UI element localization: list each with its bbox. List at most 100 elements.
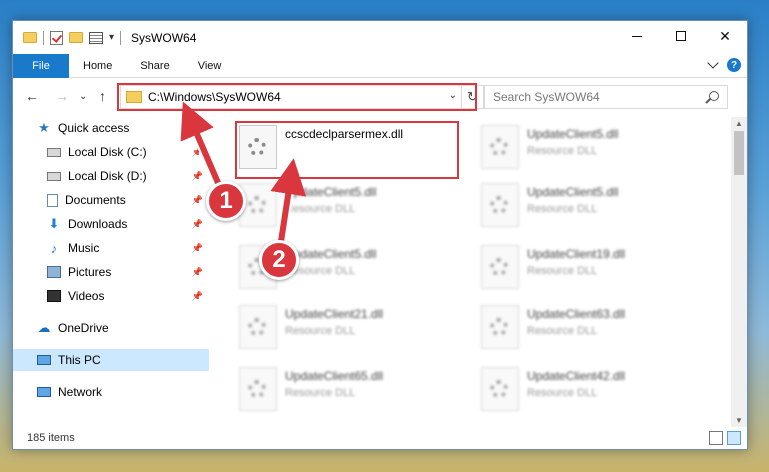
sidebar-item-label: Downloads bbox=[68, 217, 128, 231]
file-name: UpdateClient19.dll bbox=[527, 247, 626, 261]
sidebar-item-label: Quick access bbox=[58, 121, 130, 135]
recent-dropdown-icon[interactable]: ⌄ bbox=[79, 91, 87, 102]
file-type: Resource DLL bbox=[527, 265, 598, 277]
file-name: UpdateClient21.dll bbox=[285, 307, 384, 321]
pin-icon[interactable]: 📌 bbox=[192, 171, 203, 182]
sidebar-item-quick-access[interactable]: ★ Quick access bbox=[13, 117, 209, 139]
back-icon[interactable]: ← bbox=[25, 88, 39, 104]
window-title: SysWOW64 bbox=[131, 30, 197, 45]
gear-icon bbox=[248, 380, 266, 398]
pin-icon[interactable]: 📌 bbox=[192, 243, 203, 254]
search-icon[interactable] bbox=[709, 91, 719, 101]
pin-icon[interactable]: 📌 bbox=[192, 291, 203, 302]
sidebar-item-label: Local Disk (C:) bbox=[68, 145, 147, 159]
expand-ribbon-icon[interactable] bbox=[707, 57, 719, 69]
pin-icon[interactable]: 📌 bbox=[192, 147, 203, 158]
sidebar-item-local-disk-d[interactable]: Local Disk (D:) 📌 bbox=[13, 165, 209, 187]
maximize-icon bbox=[676, 31, 686, 41]
title-bar: ▾ SysWOW64 ✕ bbox=[13, 21, 747, 54]
file-item[interactable]: UpdateClient5.dll Resource DLL bbox=[239, 183, 469, 243]
tab-share[interactable]: Share bbox=[126, 54, 183, 78]
file-item[interactable]: UpdateClient5.dll Resource DLL bbox=[481, 125, 711, 185]
gear-icon bbox=[490, 196, 508, 214]
videos-icon bbox=[47, 290, 61, 302]
sidebar-item-videos[interactable]: Videos 📌 bbox=[13, 285, 209, 307]
gear-icon bbox=[248, 318, 266, 336]
up-icon[interactable]: ↑ bbox=[99, 88, 106, 104]
network-icon bbox=[37, 387, 51, 397]
sidebar-item-label: Network bbox=[58, 385, 103, 399]
file-type: Resource DLL bbox=[527, 203, 598, 215]
file-name: UpdateClient63.dll bbox=[527, 307, 626, 321]
pictures-icon bbox=[47, 266, 61, 278]
dll-file-icon bbox=[481, 245, 519, 289]
vertical-scrollbar[interactable]: ▲ ▼ bbox=[731, 117, 747, 427]
tab-home[interactable]: Home bbox=[69, 54, 126, 78]
sidebar-item-documents[interactable]: Documents 📌 bbox=[13, 189, 209, 211]
sidebar-item-downloads[interactable]: ⬇ Downloads 📌 bbox=[13, 213, 209, 235]
dll-file-icon bbox=[481, 305, 519, 349]
file-item[interactable]: UpdateClient65.dll Resource DLL bbox=[239, 367, 469, 427]
file-item[interactable]: UpdateClient63.dll Resource DLL bbox=[481, 305, 711, 365]
sidebar-item-pictures[interactable]: Pictures 📌 bbox=[13, 261, 209, 283]
file-type: Resource DLL bbox=[527, 387, 598, 399]
help-icon[interactable]: ? bbox=[727, 58, 741, 72]
minimize-button[interactable] bbox=[615, 21, 659, 51]
details-view-icon[interactable] bbox=[709, 431, 723, 445]
forward-icon[interactable]: → bbox=[55, 88, 69, 104]
close-button[interactable]: ✕ bbox=[703, 21, 747, 51]
large-icons-view-icon[interactable] bbox=[727, 431, 741, 445]
callout-2: 2 bbox=[259, 240, 299, 280]
file-item[interactable]: UpdateClient42.dll Resource DLL bbox=[481, 367, 711, 427]
gear-icon bbox=[490, 138, 508, 156]
scroll-up-icon[interactable]: ▲ bbox=[735, 119, 743, 128]
qat-dropdown-icon[interactable]: ▾ bbox=[109, 32, 114, 43]
sidebar-item-this-pc[interactable]: This PC bbox=[13, 349, 209, 371]
sidebar-item-onedrive[interactable]: ☁ OneDrive bbox=[13, 317, 209, 339]
properties-check-icon[interactable] bbox=[50, 30, 63, 45]
dll-file-icon bbox=[481, 125, 519, 169]
sidebar-item-label: This PC bbox=[58, 353, 101, 367]
sidebar-item-music[interactable]: ♪ Music 📌 bbox=[13, 237, 209, 259]
file-type: Resource DLL bbox=[527, 145, 598, 157]
view-details-icon[interactable] bbox=[89, 31, 103, 44]
file-type: Resource DLL bbox=[285, 325, 356, 337]
cloud-icon: ☁ bbox=[37, 320, 51, 335]
ribbon-right-controls: ? bbox=[707, 57, 741, 72]
pin-icon[interactable]: 📌 bbox=[192, 195, 203, 206]
view-buttons bbox=[709, 431, 741, 445]
file-type: Resource DLL bbox=[285, 265, 356, 277]
sidebar-item-label: Videos bbox=[68, 289, 105, 303]
scroll-down-icon[interactable]: ▼ bbox=[735, 416, 743, 425]
sidebar-item-label: Music bbox=[68, 241, 100, 255]
file-type: Resource DLL bbox=[285, 203, 356, 215]
new-folder-icon[interactable] bbox=[69, 32, 83, 43]
file-item[interactable]: UpdateClient19.dll Resource DLL bbox=[481, 245, 711, 305]
separator bbox=[43, 30, 44, 45]
ribbon-tabs: File Home Share View ? bbox=[13, 53, 747, 78]
sidebar-item-label: Documents bbox=[65, 193, 126, 207]
scroll-thumb[interactable] bbox=[734, 131, 744, 175]
sidebar-item-label: Local Disk (D:) bbox=[68, 169, 147, 183]
document-icon bbox=[47, 193, 58, 207]
search-input[interactable]: Search SysWOW64 bbox=[484, 85, 728, 109]
gear-icon bbox=[490, 380, 508, 398]
disk-icon bbox=[47, 147, 61, 157]
folder-icon bbox=[23, 32, 37, 43]
sidebar-item-label: Pictures bbox=[68, 265, 112, 279]
file-name: UpdateClient5.dll bbox=[527, 185, 619, 199]
pin-icon[interactable]: 📌 bbox=[192, 267, 203, 278]
file-item[interactable]: UpdateClient5.dll Resource DLL bbox=[481, 183, 711, 243]
navigation-pane: ★ Quick access Local Disk (C:) 📌 Local D… bbox=[13, 117, 209, 427]
sidebar-item-local-disk-c[interactable]: Local Disk (C:) 📌 bbox=[13, 141, 209, 163]
file-item[interactable]: UpdateClient21.dll Resource DLL bbox=[239, 305, 469, 365]
maximize-button[interactable] bbox=[659, 21, 703, 51]
sidebar-item-network[interactable]: Network bbox=[13, 381, 209, 403]
file-name: UpdateClient42.dll bbox=[527, 369, 626, 383]
pin-icon[interactable]: 📌 bbox=[192, 219, 203, 230]
tab-file[interactable]: File bbox=[13, 53, 69, 78]
search-placeholder: Search SysWOW64 bbox=[493, 90, 600, 104]
music-icon: ♪ bbox=[50, 240, 58, 256]
tab-view[interactable]: View bbox=[184, 54, 236, 78]
gear-icon bbox=[490, 258, 508, 276]
